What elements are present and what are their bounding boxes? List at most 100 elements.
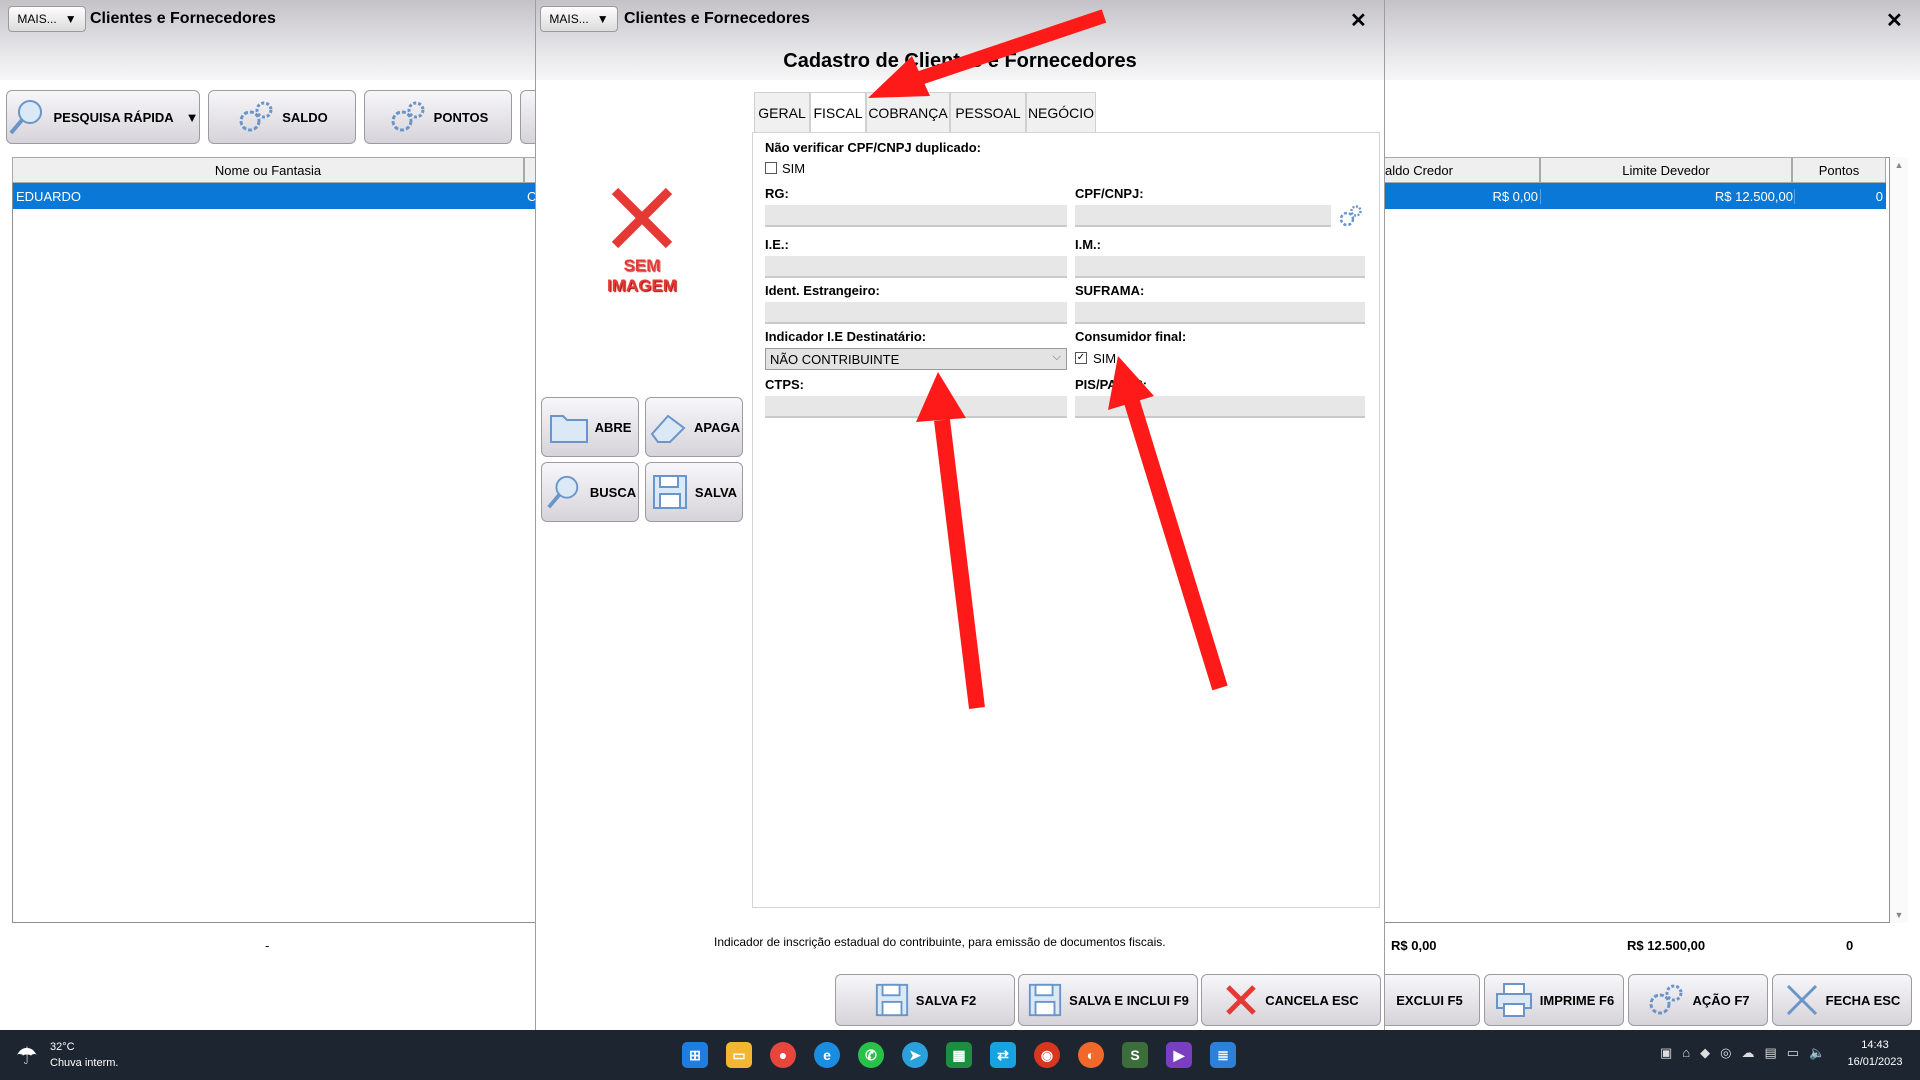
floppy-disk-icon bbox=[652, 475, 687, 509]
network-app-icon[interactable]: ◆ bbox=[1700, 1045, 1710, 1061]
edge-icon[interactable]: e bbox=[814, 1042, 840, 1068]
tray-grid-icon[interactable]: ▤ bbox=[1765, 1045, 1777, 1061]
clock-date[interactable]: 16/01/2023 bbox=[1840, 1056, 1910, 1068]
vertical-scrollbar[interactable]: ▲ ▼ bbox=[1890, 157, 1908, 923]
app-s-icon[interactable]: S bbox=[1122, 1042, 1148, 1068]
remote-access-icon[interactable]: ⇄ bbox=[990, 1042, 1016, 1068]
suframa-input[interactable] bbox=[1075, 302, 1365, 324]
action-button[interactable]: AÇÃO F7 bbox=[1628, 974, 1768, 1026]
dialog-more-menu-button[interactable]: MAIS... ▼ bbox=[540, 6, 618, 32]
quick-search-button[interactable]: PESQUISA RÁPIDA ▼ bbox=[6, 90, 200, 144]
points-label: PONTOS bbox=[433, 109, 489, 125]
telegram-icon[interactable]: ➤ bbox=[902, 1042, 928, 1068]
close-label: FECHA ESC bbox=[1825, 992, 1901, 1008]
clock-time[interactable]: 14:43 bbox=[1840, 1039, 1910, 1051]
scroll-up-icon[interactable]: ▲ bbox=[1890, 160, 1908, 170]
dropdown-arrow-icon: ▼ bbox=[185, 109, 199, 125]
antivirus-icon[interactable]: ◉ bbox=[1034, 1042, 1060, 1068]
tab-negocio[interactable]: NEGÓCIO bbox=[1026, 92, 1096, 132]
im-input[interactable] bbox=[1075, 256, 1365, 278]
dialog-close-icon[interactable]: ✕ bbox=[1350, 8, 1367, 33]
foreign-id-input[interactable] bbox=[765, 302, 1067, 324]
spreadsheet-icon[interactable]: ▦ bbox=[946, 1042, 972, 1068]
windows-start-icon[interactable]: ⊞ bbox=[682, 1042, 708, 1068]
col-header-debit[interactable]: Limite Devedor bbox=[1540, 157, 1792, 183]
clients-grid-right[interactable] bbox=[1384, 157, 1890, 923]
folder-icon bbox=[549, 415, 588, 443]
dup-check-checkbox[interactable] bbox=[765, 162, 777, 174]
delete-label: EXCLUI F5 bbox=[1396, 992, 1463, 1008]
save-new-f9-button[interactable]: SALVA E INCLUI F9 bbox=[1018, 974, 1198, 1026]
im-label: I.M.: bbox=[1075, 237, 1101, 252]
whatsapp-icon[interactable]: ✆ bbox=[858, 1042, 884, 1068]
print-button[interactable]: IMPRIME F6 bbox=[1484, 974, 1624, 1026]
save-image-button[interactable]: SALVA bbox=[645, 462, 743, 522]
close-button[interactable]: FECHA ESC bbox=[1772, 974, 1912, 1026]
cancel-esc-button[interactable]: CANCELA ESC bbox=[1201, 974, 1381, 1026]
video-editor-icon[interactable]: ▶ bbox=[1166, 1042, 1192, 1068]
clients-grid-left[interactable] bbox=[12, 157, 536, 923]
photo-placeholder: SEM IMAGEM bbox=[600, 183, 684, 298]
chevron-down-icon: ⌵ bbox=[1052, 351, 1061, 363]
col-header-points[interactable]: Pontos bbox=[1792, 157, 1886, 183]
weather-desc: Chuva interm. bbox=[50, 1057, 119, 1069]
dialog-heading: Cadastro de Clientes e Fornecedores bbox=[783, 50, 1137, 72]
erase-image-button[interactable]: APAGA bbox=[645, 397, 743, 457]
search-label: BUSCA bbox=[589, 484, 637, 500]
row-name-cell: EDUARDO bbox=[16, 188, 82, 204]
steam-icon[interactable]: ◎ bbox=[1720, 1045, 1731, 1061]
table-row[interactable]: EDUARDO C bbox=[13, 183, 536, 209]
floppy-disk-icon bbox=[1029, 983, 1062, 1017]
magnifier-icon bbox=[547, 475, 579, 509]
no-image-x-icon bbox=[611, 187, 673, 249]
bg-close-icon[interactable]: ✕ bbox=[1886, 8, 1903, 33]
tab-fiscal[interactable]: FISCAL bbox=[810, 92, 866, 132]
ie-indicator-select[interactable]: NÃO CONTRIBUINTE ⌵ bbox=[765, 348, 1067, 370]
notepad-icon[interactable]: ≣ bbox=[1210, 1042, 1236, 1068]
col-header-name[interactable]: Nome ou Fantasia bbox=[12, 157, 524, 183]
firefox-icon[interactable]: ◐ bbox=[1078, 1042, 1104, 1068]
ie-input[interactable] bbox=[765, 256, 1067, 278]
tray-app-icon[interactable]: ▣ bbox=[1660, 1045, 1672, 1061]
dropdown-arrow-icon: ▼ bbox=[596, 12, 609, 26]
monitor-icon[interactable]: ▭ bbox=[1787, 1045, 1799, 1061]
no-image-text-1: SEM bbox=[623, 256, 661, 275]
scroll-down-icon[interactable]: ▼ bbox=[1890, 910, 1908, 920]
bg-more-menu-button[interactable]: MAIS... ▼ bbox=[8, 6, 86, 32]
col-header-credit[interactable]: aldo Credor bbox=[1384, 157, 1540, 183]
final-consumer-checkbox[interactable]: ✓ bbox=[1075, 352, 1087, 364]
rg-input[interactable] bbox=[765, 205, 1067, 227]
weather-tray-icon[interactable]: ☁ bbox=[1742, 1045, 1755, 1061]
file-explorer-icon[interactable]: ▭ bbox=[726, 1042, 752, 1068]
speaker-icon[interactable]: 🔈 bbox=[1809, 1045, 1825, 1061]
open-image-button[interactable]: ABRE bbox=[541, 397, 639, 457]
dropdown-arrow-icon: ▼ bbox=[64, 12, 77, 26]
dialog-window-title: Clientes e Fornecedores bbox=[624, 10, 810, 27]
search-image-button[interactable]: BUSCA bbox=[541, 462, 639, 522]
table-row-right[interactable]: R$ 0,00 R$ 12.500,00 0 bbox=[1384, 183, 1886, 209]
weather-temp: 32°C bbox=[50, 1041, 75, 1053]
pis-input[interactable] bbox=[1075, 396, 1365, 418]
ctps-input[interactable] bbox=[765, 396, 1067, 418]
save-f2-button[interactable]: SALVA F2 bbox=[835, 974, 1015, 1026]
action-label: AÇÃO F7 bbox=[1692, 992, 1750, 1008]
row-debit-cell: R$ 12.500,00 bbox=[1540, 188, 1793, 204]
tab-cobranca[interactable]: COBRANÇA bbox=[866, 92, 950, 132]
gears-icon[interactable] bbox=[1337, 203, 1363, 229]
field-hint: Indicador de inscrição estadual do contr… bbox=[714, 935, 1166, 949]
tab-geral[interactable]: GERAL bbox=[754, 92, 810, 132]
delete-button[interactable]: EXCLUI F5 bbox=[1380, 974, 1480, 1026]
chrome-icon[interactable]: ● bbox=[770, 1042, 796, 1068]
weather-rain-icon[interactable]: ☂ bbox=[16, 1042, 38, 1071]
ie-indicator-label: Indicador I.E Destinatário: bbox=[765, 329, 927, 344]
footer-points-total: 0 bbox=[1846, 938, 1854, 953]
balance-button[interactable]: SALDO bbox=[208, 90, 356, 144]
tab-pessoal[interactable]: PESSOAL bbox=[950, 92, 1026, 132]
cpf-input[interactable] bbox=[1075, 205, 1331, 227]
usb-icon[interactable]: ⌂ bbox=[1682, 1045, 1690, 1061]
printer-icon bbox=[1495, 983, 1532, 1017]
suframa-label: SUFRAMA: bbox=[1075, 283, 1145, 298]
final-consumer-label: Consumidor final: bbox=[1075, 329, 1187, 344]
points-button[interactable]: PONTOS bbox=[364, 90, 512, 144]
no-image-text-2: IMAGEM bbox=[607, 276, 677, 295]
